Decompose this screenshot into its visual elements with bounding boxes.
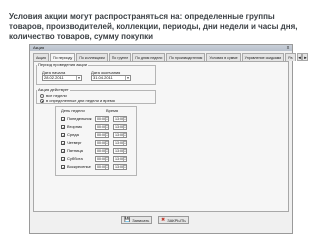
day-name: Воскресенье [67, 164, 91, 169]
close-icon[interactable]: x [284, 45, 292, 51]
period-legend: Период проведения акции [38, 62, 87, 67]
spinner-icon[interactable]: ▲ ▼ [123, 117, 126, 121]
end-date-field[interactable]: 31.04.2011 ▼ [91, 75, 131, 81]
time-from-field[interactable]: 00:00 ▲ ▼ [95, 156, 109, 162]
day-row: ✓ Воскресенье 00:00 ▲ ▼ 13:00 ▲ ▼ [61, 164, 135, 170]
promotion-window: Акция x Акция По периоду По коллекциям По г… [29, 44, 309, 234]
spinner-icon[interactable]: ▲ ▼ [123, 149, 126, 153]
time-from-field[interactable]: 00:00 ▲ ▼ [95, 132, 109, 138]
day-name: Понедельник [67, 116, 92, 121]
time-to-field[interactable]: 13:00 ▲ ▼ [113, 124, 127, 130]
scope-radio-specific[interactable] [40, 99, 44, 103]
day-name: Суббота [67, 156, 83, 161]
start-date-value: 28.02.2011 [44, 75, 64, 80]
chevron-down-icon[interactable]: ▼ [76, 76, 81, 80]
day-checkbox[interactable]: ✓ [61, 157, 65, 162]
spinner-icon[interactable]: ▲ ▼ [105, 165, 108, 169]
day-checkbox[interactable]: ✓ [61, 125, 65, 130]
spinner-icon[interactable]: ▲ ▼ [105, 157, 108, 161]
tab-6[interactable]: Условия в сумме [206, 53, 241, 61]
time-from-field[interactable]: 00:00 ▲ ▼ [95, 148, 109, 154]
spinner-icon[interactable]: ▲ ▼ [123, 133, 126, 137]
time-from-field[interactable]: 00:00 ▲ ▼ [95, 140, 109, 146]
spinner-icon[interactable]: ▲ ▼ [105, 117, 108, 121]
tab-4[interactable]: По дням недели [132, 53, 166, 61]
scope-legend: Акция действует [38, 87, 69, 92]
close-icon: ✖ [161, 216, 166, 223]
time-column-header: Время [106, 108, 119, 113]
spinner-icon[interactable]: ▲ ▼ [123, 165, 126, 169]
window-title: Акция [33, 45, 45, 50]
day-checkbox[interactable]: ✓ [61, 141, 65, 146]
day-checkbox[interactable]: ✓ [61, 149, 65, 154]
time-to-field[interactable]: 13:00 ▲ ▼ [113, 140, 127, 146]
time-to-field[interactable]: 13:00 ▲ ▼ [113, 156, 127, 162]
day-row: ✓ Вторник 00:00 ▲ ▼ 13:00 ▲ ▼ [61, 124, 135, 130]
day-name: Среда [67, 132, 79, 137]
time-to-field[interactable]: 13:00 ▲ ▼ [113, 148, 127, 154]
time-to-field[interactable]: 13:00 ▲ ▼ [113, 132, 127, 138]
day-checkbox[interactable]: ✓ [61, 117, 65, 122]
day-row: ✓ Пятница 00:00 ▲ ▼ 13:00 ▲ ▼ [61, 148, 135, 154]
day-row: ✓ Среда 00:00 ▲ ▼ 13:00 ▲ ▼ [61, 132, 135, 138]
scope-radio-all[interactable] [40, 94, 44, 98]
tab-3[interactable]: По группе [108, 53, 132, 61]
tab-0[interactable]: Акция [33, 53, 49, 61]
window-titlebar: Акция x [30, 45, 292, 51]
day-name: Вторник [67, 124, 82, 129]
chevron-right-icon[interactable]: ► [302, 53, 309, 61]
day-checkbox[interactable]: ✓ [61, 133, 65, 138]
day-column-header: День недели [61, 108, 85, 113]
tab-panel-period: Период проведения акции Дата начала 28.0… [33, 61, 289, 212]
spinner-icon[interactable]: ▲ ▼ [105, 133, 108, 137]
tab-1[interactable]: По периоду [49, 53, 76, 61]
time-to-field[interactable]: 13:00 ▲ ▼ [113, 116, 127, 122]
scope-option-specific: в определенные дни недели и время [46, 98, 115, 103]
start-date-field[interactable]: 28.02.2011 ▼ [42, 75, 82, 81]
spinner-icon[interactable]: ▲ ▼ [105, 125, 108, 129]
save-button[interactable]: 💾 Записать [121, 216, 153, 224]
save-label: Записать [132, 217, 150, 223]
chevron-down-icon[interactable]: ▼ [125, 76, 130, 80]
close-button[interactable]: ✖ ЗАКРЫТЬ [158, 216, 189, 224]
time-from-field[interactable]: 00:00 ▲ ▼ [95, 164, 109, 170]
close-label: ЗАКРЫТЬ [167, 217, 186, 223]
spinner-icon[interactable]: ▲ ▼ [123, 125, 126, 129]
spinner-icon[interactable]: ▲ ▼ [123, 141, 126, 145]
tab-8[interactable]: Ра [285, 53, 296, 61]
spinner-icon[interactable]: ▲ ▼ [123, 157, 126, 161]
time-to-field[interactable]: 13:00 ▲ ▼ [113, 164, 127, 170]
day-row: ✓ Суббота 00:00 ▲ ▼ 13:00 ▲ ▼ [61, 156, 135, 162]
tab-strip: Акция По периоду По коллекциям По группе По … [33, 53, 309, 61]
spinner-icon[interactable]: ▲ ▼ [105, 149, 108, 153]
day-name: Четверг [67, 140, 82, 145]
tab-7[interactable]: Управление скидками [241, 53, 285, 61]
day-checkbox[interactable]: ✓ [61, 165, 65, 170]
end-date-value: 31.04.2011 [93, 75, 113, 80]
day-name: Пятница [67, 148, 83, 153]
tab-5[interactable]: По производителям [166, 53, 206, 61]
day-row: ✓ Четверг 00:00 ▲ ▼ 13:00 ▲ ▼ [61, 140, 135, 146]
days-list: ✓ Понедельник 00:00 ▲ ▼ 13:00 ▲ ▼ ✓ Вторник 00:00 ▲… [61, 116, 135, 174]
slide-heading: Условия акции могут распространяться на:… [9, 12, 298, 41]
save-icon: 💾 [124, 216, 131, 223]
tab-2[interactable]: По коллекциям [76, 53, 108, 61]
time-from-field[interactable]: 00:00 ▲ ▼ [95, 116, 109, 122]
time-from-field[interactable]: 00:00 ▲ ▼ [95, 124, 109, 130]
spinner-icon[interactable]: ▲ ▼ [105, 141, 108, 145]
day-row: ✓ Понедельник 00:00 ▲ ▼ 13:00 ▲ ▼ [61, 116, 135, 122]
